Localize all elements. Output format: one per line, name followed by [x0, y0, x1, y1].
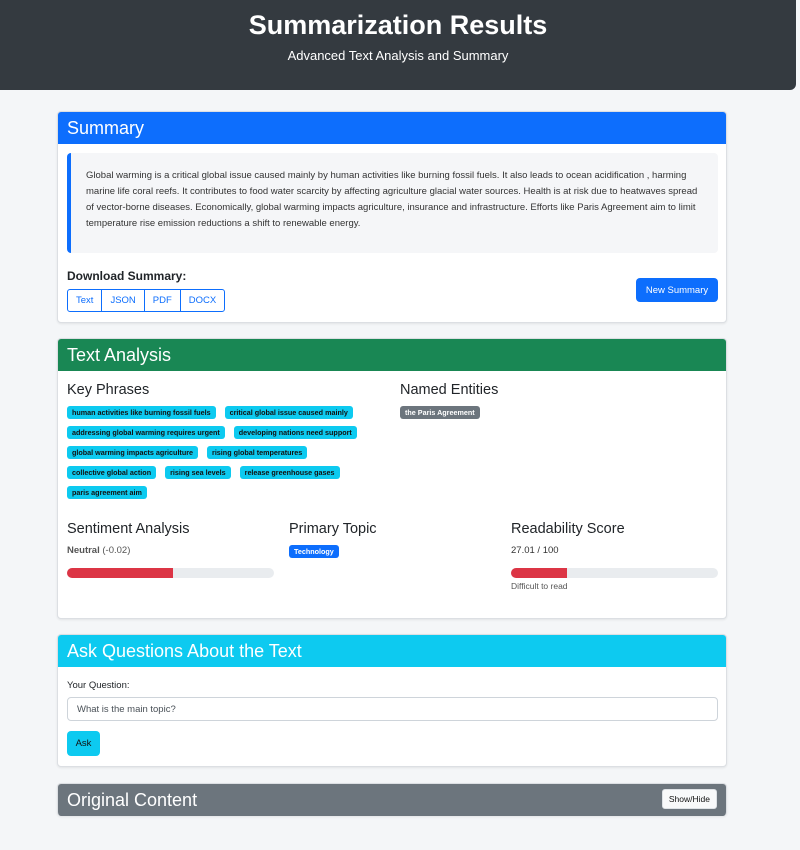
summary-card: Summary Global warming is a critical glo… [57, 111, 727, 323]
key-phrase-badge: rising sea levels [165, 466, 231, 479]
readability-progress-bar [511, 568, 718, 578]
key-phrases-list: human activities like burning fossil fue… [67, 406, 387, 506]
summary-card-header: Summary [58, 112, 726, 144]
named-entity-badge: the Paris Agreement [400, 406, 480, 419]
sentiment-value: Neutral (-0.02) [67, 545, 130, 556]
ask-questions-card-header: Ask Questions About the Text [58, 635, 726, 667]
readability-score-title: Readability Score [511, 521, 625, 537]
sentiment-progress-fill [67, 568, 173, 578]
readability-progress-fill [511, 568, 567, 578]
text-analysis-card: Text Analysis Key Phrases human activiti… [57, 338, 727, 619]
key-phrase-badge: paris agreement aim [67, 486, 147, 499]
show-hide-button[interactable]: Show/Hide [661, 789, 717, 809]
download-summary-label: Download Summary: [67, 269, 187, 283]
key-phrase-badge: collective global action [67, 466, 157, 479]
key-phrase-badge: release greenhouse gases [239, 466, 340, 479]
download-pdf-button[interactable]: PDF [143, 289, 181, 312]
summary-text: Global warming is a critical global issu… [67, 153, 718, 253]
page-subtitle: Advanced Text Analysis and Summary [287, 48, 509, 63]
key-phrases-title: Key Phrases [67, 382, 150, 398]
readability-score-value: 27.01 / 100 [511, 545, 559, 556]
page-title: Summarization Results [248, 10, 548, 40]
primary-topic-title: Primary Topic [289, 521, 377, 537]
question-input[interactable] [67, 697, 718, 721]
sentiment-label: Neutral [67, 545, 100, 556]
named-entities-title: Named Entities [400, 382, 499, 398]
key-phrase-badge: critical global issue caused mainly [224, 406, 353, 419]
original-content-card: Original Content Show/Hide [57, 783, 727, 816]
ask-questions-card: Ask Questions About the Text Your Questi… [57, 634, 727, 767]
readability-note: Difficult to read [511, 581, 568, 591]
key-phrase-badge: rising global temperatures [207, 446, 308, 459]
sentiment-score: (-0.02) [102, 545, 131, 556]
ask-button[interactable]: Ask [67, 731, 100, 756]
key-phrase-badge: developing nations need support [233, 426, 357, 439]
download-text-button[interactable]: Text [67, 289, 103, 312]
question-label: Your Question: [67, 680, 130, 691]
text-analysis-card-header: Text Analysis [58, 339, 726, 371]
sentiment-progress-bar [67, 568, 274, 578]
page-header: Summarization Results Advanced Text Anal… [0, 0, 796, 90]
key-phrase-badge: human activities like burning fossil fue… [67, 406, 216, 419]
download-docx-button[interactable]: DOCX [179, 289, 226, 312]
download-button-group: Text JSON PDF DOCX [67, 289, 226, 312]
new-summary-button[interactable]: New Summary [636, 278, 718, 302]
sentiment-analysis-title: Sentiment Analysis [67, 521, 190, 537]
download-json-button[interactable]: JSON [101, 289, 145, 312]
original-content-card-header: Original Content [58, 784, 726, 816]
primary-topic-badge: Technology [289, 545, 339, 558]
key-phrase-badge: global warming impacts agriculture [67, 446, 199, 459]
key-phrase-badge: addressing global warming requires urgen… [67, 426, 225, 439]
